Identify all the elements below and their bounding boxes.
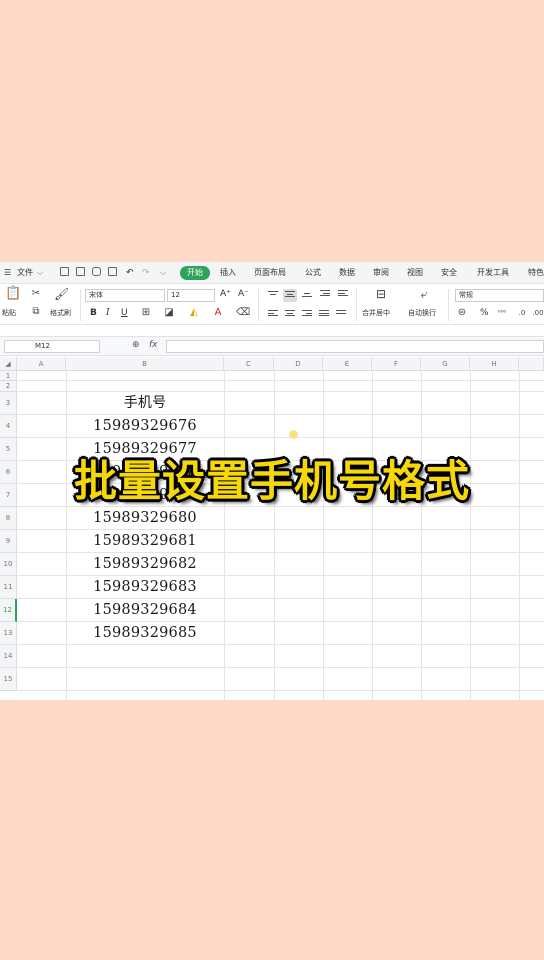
row-header[interactable]: 15 [0, 668, 17, 691]
border-icon[interactable]: ⊞ [140, 307, 152, 319]
row-gridline [17, 690, 544, 691]
row-header[interactable]: 3 [0, 392, 17, 415]
column-header[interactable] [519, 357, 544, 371]
tab-review[interactable]: 审阅 [373, 266, 389, 280]
bold-button[interactable]: B [90, 309, 97, 318]
hamburger-icon[interactable]: ☰ [4, 266, 11, 280]
font-size-select[interactable]: 12 [167, 289, 215, 302]
row-header[interactable]: 10 [0, 553, 17, 576]
redo-icon[interactable]: ↷ [142, 266, 150, 280]
italic-button[interactable]: I [106, 309, 110, 318]
phone-cell[interactable]: 15989329681 [66, 530, 224, 553]
column-header[interactable]: H [470, 357, 519, 371]
tab-security[interactable]: 安全 [441, 266, 457, 280]
sheet-grid[interactable]: ◢ A B C D E F G H 1 2 3 4 5 6 7 8 9 10 11 12 13 14 15 … [0, 357, 544, 700]
paste-button[interactable]: 粘贴 [2, 309, 16, 318]
align-middle-icon[interactable] [283, 289, 297, 302]
outdent-icon[interactable] [338, 290, 348, 299]
font-name-select[interactable]: 宋体 [85, 289, 165, 302]
distribute-icon[interactable] [336, 310, 346, 319]
justify-icon[interactable] [319, 310, 329, 319]
tab-data[interactable]: 数据 [339, 266, 355, 280]
merge-center-button[interactable]: 合并居中 [362, 309, 390, 318]
row-header[interactable]: 1 [0, 371, 17, 381]
fx-icon[interactable]: fx [149, 340, 158, 350]
tab-developer[interactable]: 开发工具 [477, 266, 509, 280]
ribbon-toolbar: 📋 粘贴 ✂ ⧉ 🖌 格式刷 宋体 12 A⁺ A⁻ B I U ⊞ ◪ ◭ A… [0, 285, 544, 325]
column-header[interactable]: C [224, 357, 274, 371]
name-box[interactable]: M12 [4, 340, 100, 353]
video-caption: 批量设置手机号格式 [74, 457, 470, 507]
undo-icon[interactable]: ↶ [126, 266, 134, 280]
clear-format-icon[interactable]: ⌫ [236, 307, 250, 319]
align-top-icon[interactable] [268, 291, 278, 300]
menu-bar: ☰ 文件 ⌵ ↶ ↷ ⌵ 开始 插入 页面布局 公式 数据 审阅 视图 安全 开… [0, 262, 544, 284]
formula-bar: M12 ⊕ fx [0, 336, 544, 356]
increase-decimal-icon[interactable]: .0 [516, 307, 528, 319]
fill-color-icon[interactable]: ◪ [163, 307, 175, 319]
number-format-select[interactable]: 常规 [455, 289, 544, 302]
header-cell[interactable]: 手机号 [66, 392, 224, 415]
decrease-decimal-icon[interactable]: .00 [532, 307, 544, 319]
column-header[interactable]: G [421, 357, 470, 371]
phone-cell[interactable]: 15989329676 [66, 415, 224, 438]
merge-center-icon[interactable]: ⊟ [373, 288, 389, 300]
row-header[interactable]: 11 [0, 576, 17, 599]
copy-icon[interactable]: ⧉ [30, 306, 42, 318]
row-header[interactable]: 9 [0, 530, 17, 553]
cursor-highlight [289, 430, 298, 439]
file-menu[interactable]: 文件 [17, 266, 33, 280]
phone-cell[interactable]: 15989329682 [66, 553, 224, 576]
wrap-text-icon[interactable]: ⤶ [416, 288, 432, 300]
more-chevron-icon[interactable]: ⌵ [160, 266, 166, 280]
shrink-font-button[interactable]: A⁻ [238, 290, 249, 299]
phone-cell[interactable]: 15989329684 [66, 599, 224, 622]
tab-formulas[interactable]: 公式 [305, 266, 321, 280]
select-all-corner[interactable]: ◢ [0, 357, 17, 371]
grow-font-button[interactable]: A⁺ [220, 290, 231, 299]
cut-icon[interactable]: ✂ [30, 288, 42, 300]
tab-page-layout[interactable]: 页面布局 [254, 266, 286, 280]
tab-view[interactable]: 视图 [407, 266, 423, 280]
row-gridline [17, 380, 544, 381]
print-icon[interactable] [92, 267, 101, 276]
formula-input[interactable] [166, 340, 544, 353]
column-header[interactable]: D [274, 357, 323, 371]
thousands-icon[interactable]: ⁰⁰⁰ [496, 307, 508, 319]
phone-cell[interactable]: 15989329683 [66, 576, 224, 599]
export-icon[interactable] [76, 267, 85, 276]
align-center-icon[interactable] [285, 310, 295, 319]
paste-icon[interactable]: 📋 [5, 287, 21, 300]
tab-insert[interactable]: 插入 [220, 266, 236, 280]
column-header[interactable]: A [17, 357, 66, 371]
percent-button[interactable]: % [480, 309, 489, 318]
column-header[interactable]: F [372, 357, 421, 371]
column-header[interactable]: E [323, 357, 372, 371]
column-header[interactable]: B [66, 357, 224, 371]
font-color-icon[interactable]: A [212, 307, 224, 319]
row-header[interactable]: 13 [0, 622, 17, 645]
tab-features[interactable]: 特色 [528, 266, 544, 280]
zoom-icon[interactable]: ⊕ [132, 340, 140, 350]
row-header[interactable]: 12 [0, 599, 17, 622]
phone-cell[interactable]: 15989329685 [66, 622, 224, 645]
align-right-icon[interactable] [302, 310, 312, 319]
save-icon[interactable] [60, 267, 69, 276]
format-painter-button[interactable]: 格式刷 [50, 309, 71, 318]
format-painter-icon[interactable]: 🖌 [54, 288, 69, 300]
highlight-icon[interactable]: ◭ [188, 307, 200, 319]
currency-icon[interactable]: ⊜ [456, 307, 468, 319]
tab-home[interactable]: 开始 [180, 266, 210, 280]
indent-icon[interactable] [320, 290, 330, 299]
align-left-icon[interactable] [268, 310, 278, 319]
row-header[interactable]: 4 [0, 415, 17, 438]
wrap-text-button[interactable]: 自动换行 [408, 309, 436, 318]
chevron-down-icon[interactable]: ⌵ [37, 266, 43, 280]
row-gridline [17, 667, 544, 668]
print-preview-icon[interactable] [108, 267, 117, 276]
row-header[interactable]: 2 [0, 381, 17, 392]
row-header[interactable]: 14 [0, 645, 17, 668]
underline-button[interactable]: U [121, 309, 128, 318]
align-bottom-icon[interactable] [302, 293, 312, 302]
